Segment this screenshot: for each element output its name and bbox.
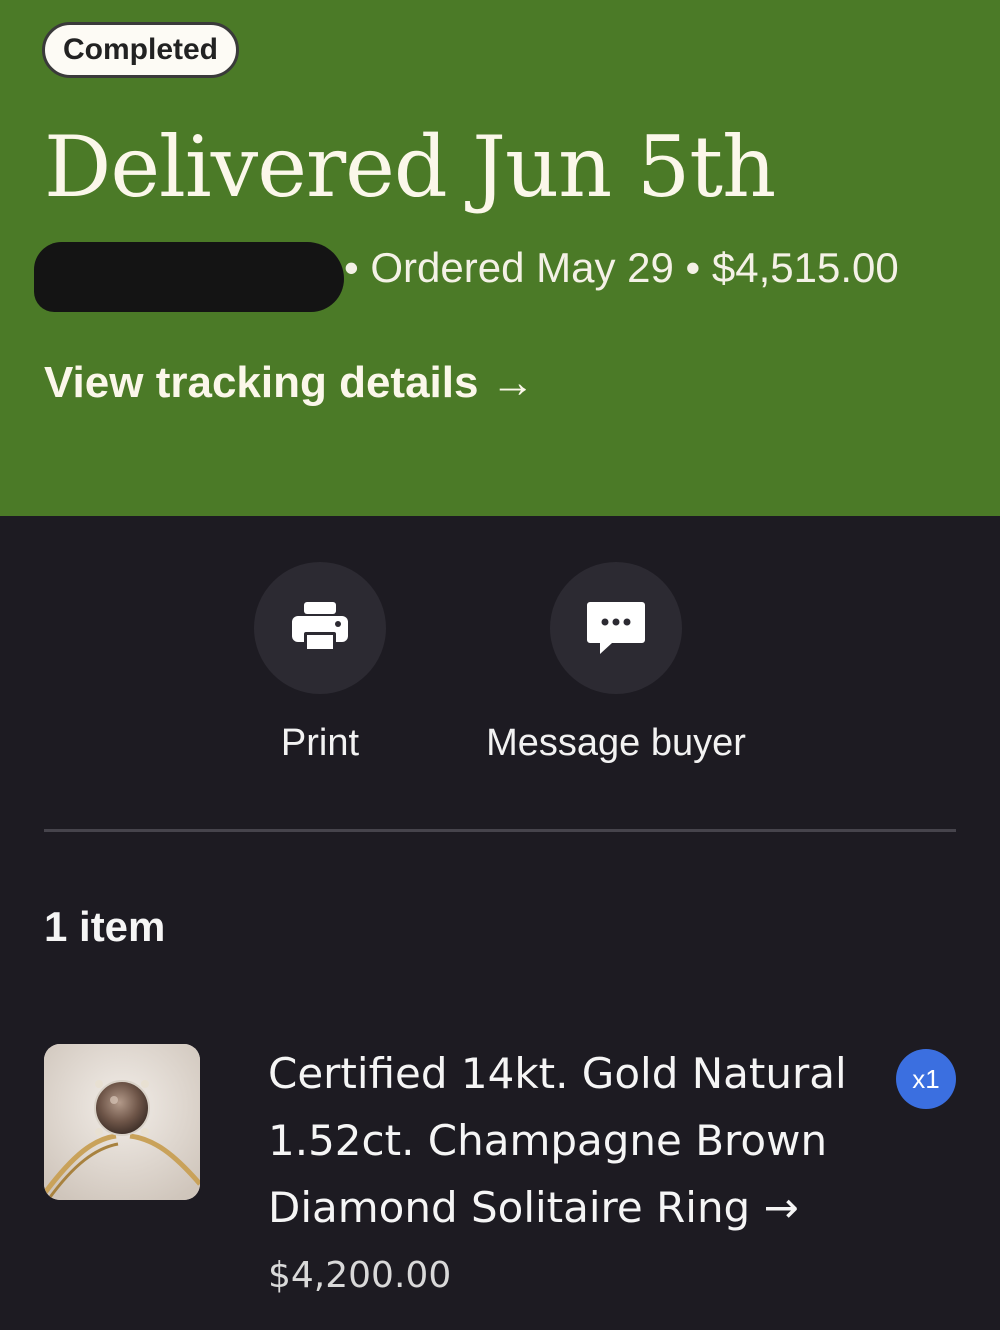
printer-icon xyxy=(292,602,348,652)
chat-bubble-icon xyxy=(587,602,645,654)
print-icon-circle[interactable] xyxy=(254,562,386,694)
order-status-header: Completed Delivered Jun 5th • Ordered Ma… xyxy=(0,0,1000,516)
item-price: $4,200.00 xyxy=(268,1255,452,1296)
message-icon-circle[interactable] xyxy=(550,562,682,694)
print-label: Print xyxy=(280,722,360,764)
order-meta-row: • Ordered May 29 • $4,515.00 xyxy=(34,238,974,318)
print-button[interactable]: Print xyxy=(170,562,470,765)
ring-image xyxy=(44,1044,200,1200)
message-buyer-label: Message buyer xyxy=(486,722,746,764)
message-buyer-button[interactable]: Message buyer xyxy=(466,562,766,765)
view-tracking-link[interactable]: View tracking details → xyxy=(44,358,535,408)
item-thumbnail[interactable] xyxy=(44,1044,200,1200)
status-badge: Completed xyxy=(42,22,240,78)
page-title: Delivered Jun 5th xyxy=(44,118,776,216)
redacted-buyer-name xyxy=(34,242,344,312)
quantity-badge: x1 xyxy=(896,1049,956,1109)
order-meta: • Ordered May 29 • $4,515.00 xyxy=(344,244,899,291)
item-count: 1 item xyxy=(44,903,166,950)
item-title-link[interactable]: Certified 14kt. Gold Natural 1.52ct. Cha… xyxy=(268,1040,888,1241)
section-divider xyxy=(44,829,956,832)
